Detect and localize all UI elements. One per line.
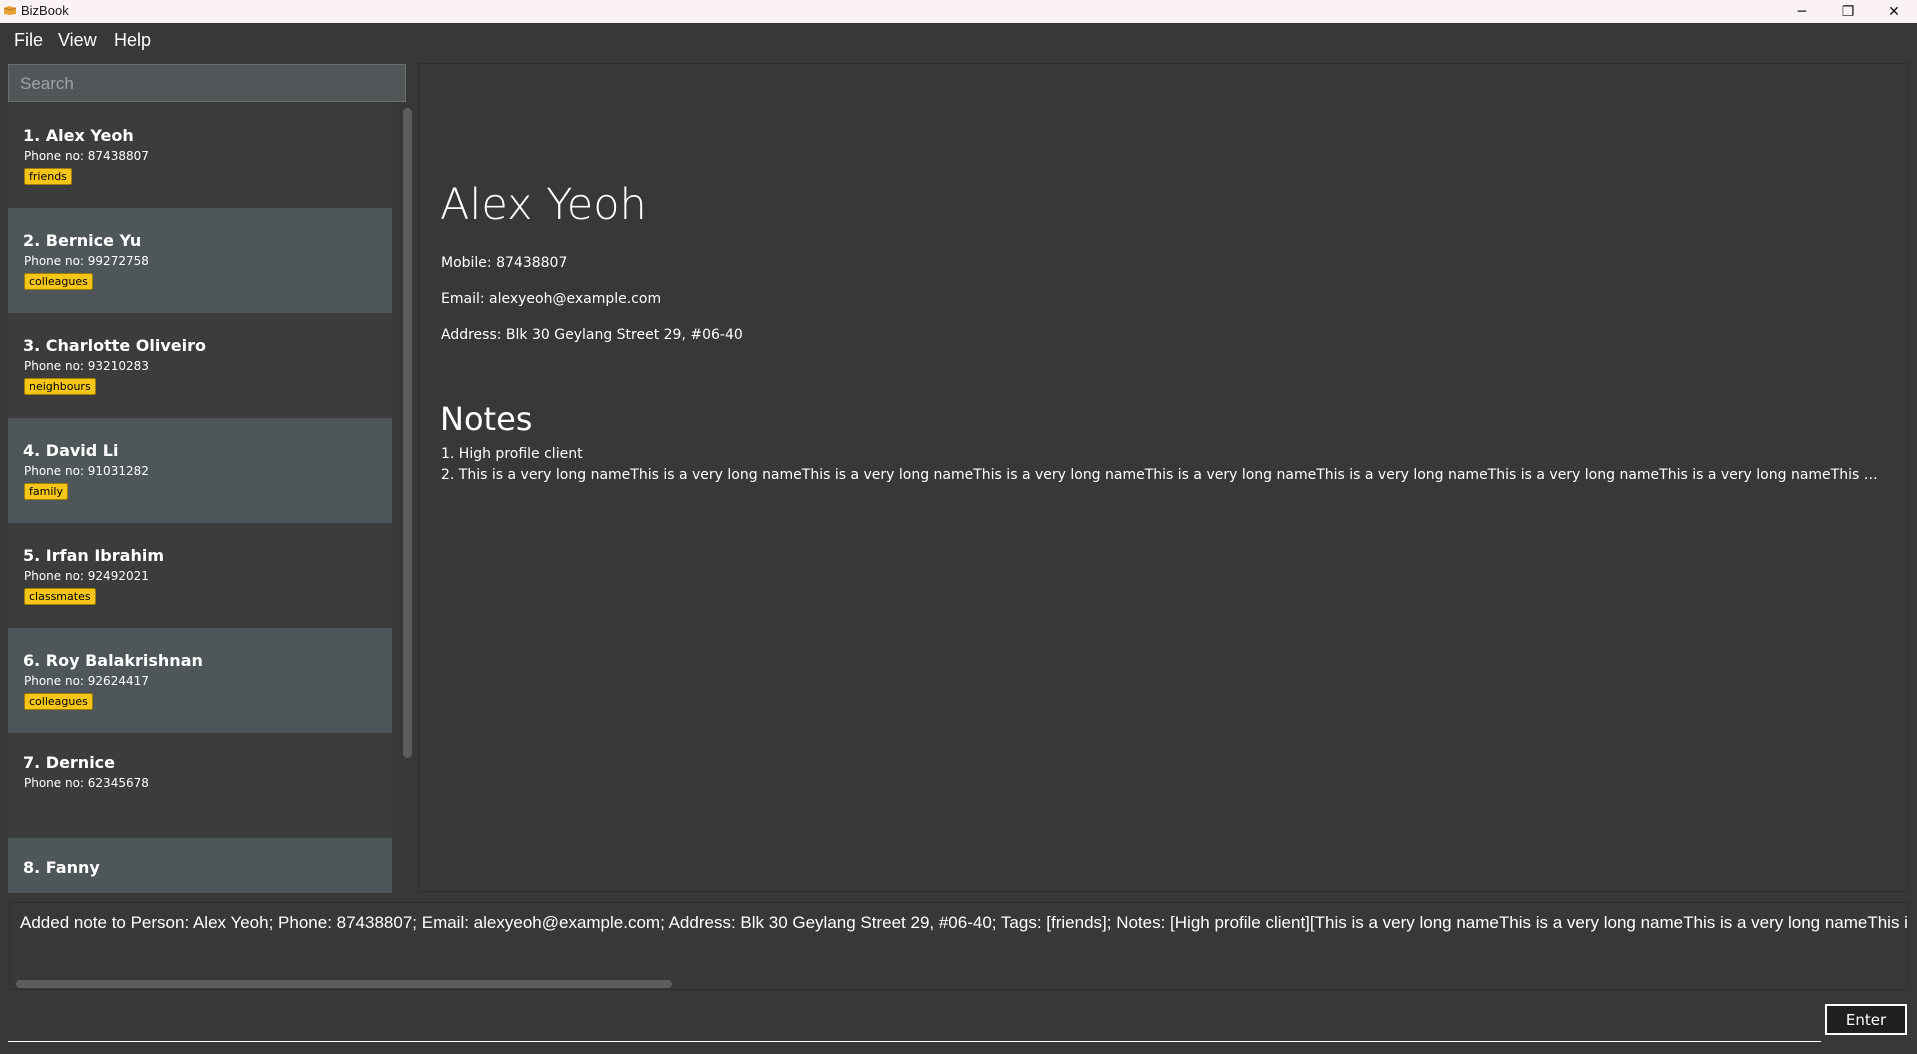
bizbook-icon: [3, 6, 17, 15]
command-input[interactable]: [8, 1002, 1821, 1042]
person-card[interactable]: 1. Alex Yeoh Phone no: 87438807 friends: [8, 103, 392, 208]
person-tag: classmates: [24, 588, 96, 605]
list-scrollbar[interactable]: [403, 108, 412, 758]
person-phone: Phone no: 92624417: [24, 674, 149, 688]
enter-button[interactable]: Enter: [1825, 1004, 1907, 1035]
result-text: Added note to Person: Alex Yeoh; Phone: …: [20, 913, 1908, 932]
person-tag: family: [24, 483, 68, 500]
person-name: 1. Alex Yeoh: [23, 126, 134, 145]
person-phone: Phone no: 87438807: [24, 149, 149, 163]
person-name: 4. David Li: [23, 441, 119, 460]
result-scrollbar[interactable]: [16, 980, 672, 988]
title-bar: BizBook ─ ❐ ✕: [0, 0, 1917, 23]
person-phone: Phone no: 99272758: [24, 254, 149, 268]
person-tag: colleagues: [24, 693, 93, 710]
person-card[interactable]: 2. Bernice Yu Phone no: 99272758 colleag…: [8, 208, 392, 313]
person-tag: colleagues: [24, 273, 93, 290]
person-tag: neighbours: [24, 378, 96, 395]
person-name: 2. Bernice Yu: [23, 231, 142, 250]
person-card[interactable]: 7. Dernice Phone no: 62345678: [8, 733, 392, 838]
menu-file[interactable]: File: [14, 30, 43, 51]
person-phone: Phone no: 92492021: [24, 569, 149, 583]
person-card[interactable]: 5. Irfan Ibrahim Phone no: 92492021 clas…: [8, 523, 392, 628]
detail-name: Alex Yeoh: [440, 180, 647, 230]
close-icon: ✕: [1888, 3, 1900, 20]
person-name: 7. Dernice: [23, 753, 116, 772]
person-name: 8. Fanny: [23, 858, 100, 877]
person-list-panel: Search 1. Alex Yeoh Phone no: 87438807 f…: [8, 64, 412, 893]
menu-view[interactable]: View: [58, 30, 97, 51]
close-button[interactable]: ✕: [1871, 0, 1917, 23]
person-phone: Phone no: 91031282: [24, 464, 149, 478]
minimize-button[interactable]: ─: [1779, 0, 1825, 23]
note-item: 2. This is a very long nameThis is a ver…: [441, 467, 1881, 483]
notes-heading: Notes: [440, 400, 533, 438]
person-name: 3. Charlotte Oliveiro: [23, 336, 207, 355]
menu-help[interactable]: Help: [114, 30, 151, 51]
person-card[interactable]: 6. Roy Balakrishnan Phone no: 92624417 c…: [8, 628, 392, 733]
person-card[interactable]: 8. Fanny: [8, 838, 392, 893]
restore-icon: ❐: [1841, 3, 1855, 20]
menu-bar: File View Help: [0, 23, 1917, 60]
detail-address: Address: Blk 30 Geylang Street 29, #06-4…: [441, 327, 743, 343]
command-area: Enter: [0, 998, 1917, 1054]
person-name: 6. Roy Balakrishnan: [23, 651, 203, 670]
detail-email: Email: alexyeoh@example.com: [441, 291, 662, 307]
person-card[interactable]: 3. Charlotte Oliveiro Phone no: 93210283…: [8, 313, 392, 418]
result-display: Added note to Person: Alex Yeoh; Phone: …: [9, 902, 1908, 990]
maximize-button[interactable]: ❐: [1825, 0, 1871, 23]
person-list: 1. Alex Yeoh Phone no: 87438807 friends …: [8, 103, 392, 893]
person-phone: Phone no: 93210283: [24, 359, 149, 373]
person-tag: friends: [24, 168, 72, 185]
person-detail-panel: Alex Yeoh Mobile: 87438807 Email: alexye…: [418, 63, 1908, 892]
search-input[interactable]: Search: [8, 64, 406, 102]
window-title: BizBook: [21, 3, 69, 18]
note-item: 1. High profile client: [441, 446, 583, 462]
minimize-icon: ─: [1797, 3, 1807, 20]
person-card[interactable]: 4. David Li Phone no: 91031282 family: [8, 418, 392, 523]
detail-mobile: Mobile: 87438807: [441, 255, 568, 271]
person-phone: Phone no: 62345678: [24, 776, 149, 790]
person-name: 5. Irfan Ibrahim: [23, 546, 164, 565]
